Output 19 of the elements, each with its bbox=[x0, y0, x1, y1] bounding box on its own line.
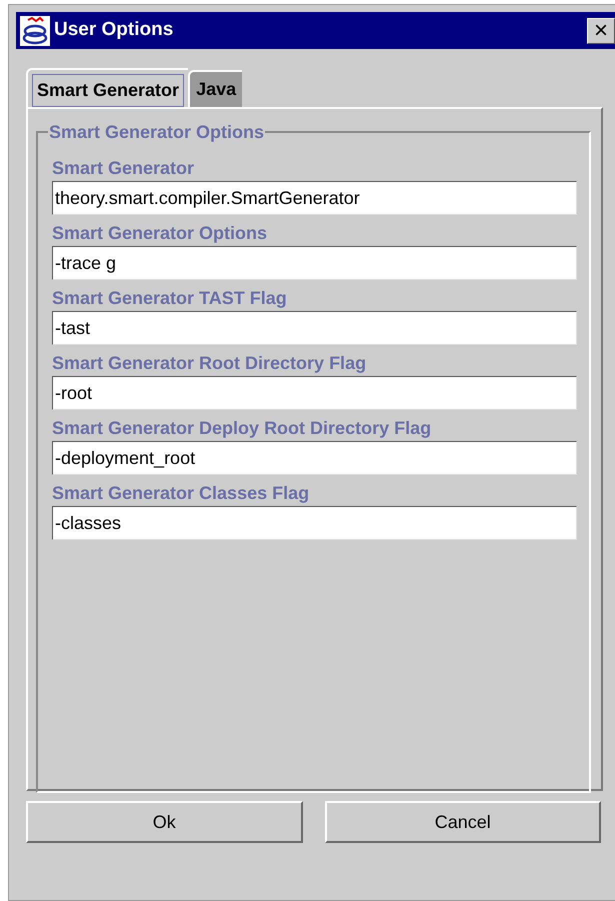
field-label: Smart Generator Classes Flag bbox=[52, 482, 310, 505]
field-label: Smart Generator TAST Flag bbox=[52, 287, 288, 310]
text-field[interactable]: -tast bbox=[52, 311, 577, 345]
dialog-button[interactable]: Ok bbox=[26, 801, 302, 843]
field-label: Smart Generator Options bbox=[52, 222, 268, 245]
tab[interactable]: Smart Generator bbox=[26, 68, 188, 107]
app-icon bbox=[20, 16, 50, 46]
text-field[interactable]: -trace g bbox=[52, 246, 577, 280]
text-field[interactable]: theory.smart.compiler.SmartGenerator bbox=[52, 181, 577, 215]
close-button[interactable]: × bbox=[587, 18, 615, 44]
dialog-button[interactable]: Cancel bbox=[324, 801, 601, 843]
field-label: Smart Generator Root Directory Flag bbox=[52, 352, 368, 375]
text-field[interactable]: -deployment_root bbox=[52, 441, 577, 475]
text-field[interactable]: -root bbox=[52, 376, 577, 410]
window-title: User Options bbox=[54, 18, 174, 42]
field-label: Smart Generator bbox=[52, 157, 196, 180]
tab[interactable]: Java bbox=[188, 70, 242, 107]
field-label: Smart Generator Deploy Root Directory Flag bbox=[52, 417, 432, 440]
text-field[interactable]: -classes bbox=[52, 506, 577, 540]
